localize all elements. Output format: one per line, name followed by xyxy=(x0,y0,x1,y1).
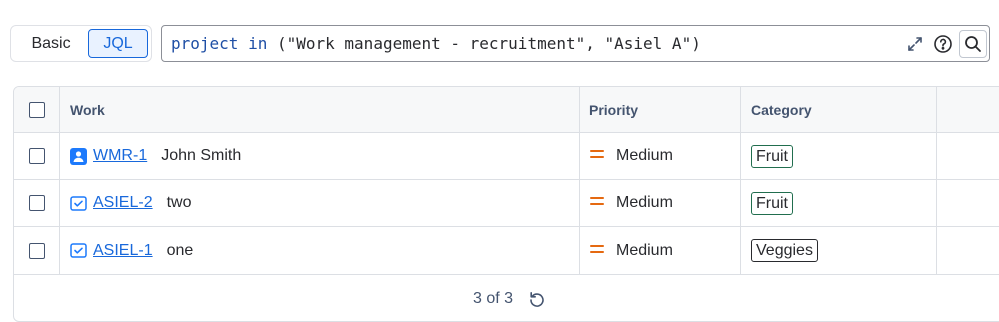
priority-medium-icon xyxy=(589,242,605,260)
category-tag: Fruit xyxy=(751,191,793,215)
table-header-row: Work Priority Category xyxy=(14,87,999,133)
search-icon[interactable] xyxy=(959,29,987,58)
help-icon[interactable] xyxy=(929,30,957,58)
jql-keyword-in: in xyxy=(248,34,268,53)
column-header-priority[interactable]: Priority xyxy=(589,102,638,118)
jql-keyword-project: project xyxy=(171,34,239,53)
column-header-work[interactable]: Work xyxy=(70,102,105,118)
row-checkbox[interactable] xyxy=(28,242,45,259)
select-all-checkbox[interactable] xyxy=(28,101,45,118)
table-row[interactable]: ASIEL-1 one Medium Veggies xyxy=(14,227,999,275)
column-header-category[interactable]: Category xyxy=(751,102,812,118)
refresh-icon[interactable] xyxy=(527,289,547,309)
jql-mode-button[interactable]: JQL xyxy=(88,29,148,58)
basic-mode-button[interactable]: Basic xyxy=(14,29,88,58)
search-mode-toggle: Basic JQL xyxy=(10,25,152,62)
column-header-empty xyxy=(937,87,999,132)
table-row[interactable]: ASIEL-2 two Medium Fruit xyxy=(14,180,999,227)
priority-label: Medium xyxy=(616,241,673,259)
row-checkbox[interactable] xyxy=(28,195,45,211)
jql-value: ("Work management - recruitment", "Asiel… xyxy=(276,34,701,53)
priority-medium-icon xyxy=(589,194,605,212)
issue-summary[interactable]: two xyxy=(167,194,192,212)
priority-label: Medium xyxy=(616,194,673,211)
jql-query-input[interactable]: project in ("Work management - recruitme… xyxy=(161,25,990,62)
priority-medium-icon xyxy=(589,147,605,165)
expand-icon[interactable] xyxy=(901,30,929,58)
table-row[interactable]: WMR-1 John Smith Medium Fruit xyxy=(14,133,999,180)
table-footer: 3 of 3 xyxy=(14,275,999,321)
priority-label: Medium xyxy=(616,147,673,164)
category-tag: Veggies xyxy=(751,239,818,262)
jql-query-text[interactable]: project in ("Work management - recruitme… xyxy=(162,34,901,53)
task-icon xyxy=(70,242,87,259)
row-checkbox[interactable] xyxy=(28,148,45,164)
issue-key-link[interactable]: WMR-1 xyxy=(93,147,147,165)
results-table: Work Priority Category WMR-1 John Smith … xyxy=(13,86,999,322)
user-story-icon xyxy=(70,147,87,165)
issue-summary[interactable]: one xyxy=(167,242,194,260)
issue-key-link[interactable]: ASIEL-1 xyxy=(93,242,153,260)
task-icon xyxy=(70,195,87,212)
issue-key-link[interactable]: ASIEL-2 xyxy=(93,194,153,212)
result-count: 3 of 3 xyxy=(472,290,514,307)
issue-summary[interactable]: John Smith xyxy=(161,147,241,165)
category-tag: Fruit xyxy=(751,144,793,168)
